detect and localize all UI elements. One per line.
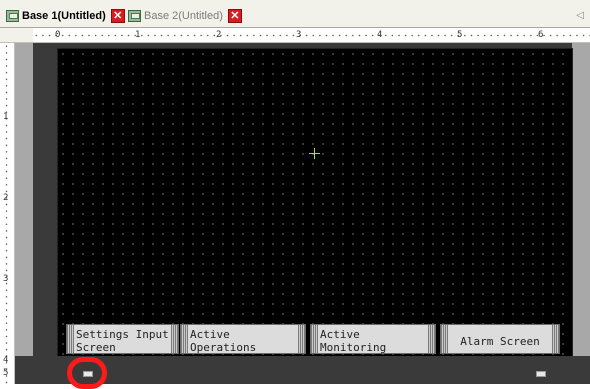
switch-active-monitoring-screen[interactable]: Active Monitoring Screen	[310, 324, 436, 354]
ruler-label: 4	[3, 355, 9, 365]
screen-icon	[128, 10, 141, 22]
ruler-label: 3	[296, 30, 302, 40]
horizontal-ruler: 0 1 2 3 4 5 6	[33, 28, 590, 43]
ruler-label: 2	[3, 193, 9, 203]
workspace-margin-left	[15, 43, 33, 384]
ruler-ticks	[33, 34, 590, 37]
workspace-margin-right	[572, 43, 590, 384]
resize-handle-icon[interactable]	[536, 371, 546, 377]
switch-label: Settings Input Screen	[76, 328, 169, 354]
ruler-label: 1	[3, 112, 9, 122]
switch-settings-input-screen[interactable]: Settings Input Screen	[66, 324, 179, 354]
ruler-label: 5	[457, 30, 463, 40]
ruler-label: 1	[135, 30, 141, 40]
switch-label: Active Operations Screen	[190, 328, 257, 354]
crosshair-icon	[309, 148, 320, 159]
close-icon[interactable]: ✕	[227, 9, 242, 23]
base-screen-canvas[interactable]	[57, 48, 573, 357]
screen-icon	[6, 10, 19, 22]
switch-alarm-screen[interactable]: Alarm Screen	[440, 324, 560, 354]
ruler-label: 0	[55, 30, 61, 40]
ruler-label: 6	[538, 30, 544, 40]
switch-active-operations-screen[interactable]: Active Operations Screen	[180, 324, 306, 354]
tab-base-1[interactable]: Base 1(Untitled) ✕	[6, 8, 125, 24]
ruler-ticks	[5, 43, 8, 384]
screen-tab-bar: Base 1(Untitled) ✕ Base 2(Untitled) ✕ ◁	[0, 0, 590, 28]
tab-label: Base 1(Untitled)	[22, 10, 106, 22]
switch-label: Active Monitoring Screen	[320, 328, 387, 354]
ruler-label: 4	[377, 30, 383, 40]
vertical-ruler: 1 2 3 4 5	[0, 43, 15, 384]
chevron-left-icon[interactable]: ◁	[576, 10, 584, 21]
tab-label: Base 2(Untitled)	[144, 10, 223, 22]
switch-label: Alarm Screen	[460, 335, 540, 348]
ruler-label: 2	[216, 30, 222, 40]
close-icon[interactable]: ✕	[110, 9, 125, 23]
highlight-annotation	[67, 357, 107, 389]
tab-base-2[interactable]: Base 2(Untitled) ✕	[128, 8, 242, 24]
ruler-label: 3	[3, 274, 9, 284]
ruler-label: 5	[3, 368, 9, 378]
ruler-corner	[0, 28, 34, 43]
